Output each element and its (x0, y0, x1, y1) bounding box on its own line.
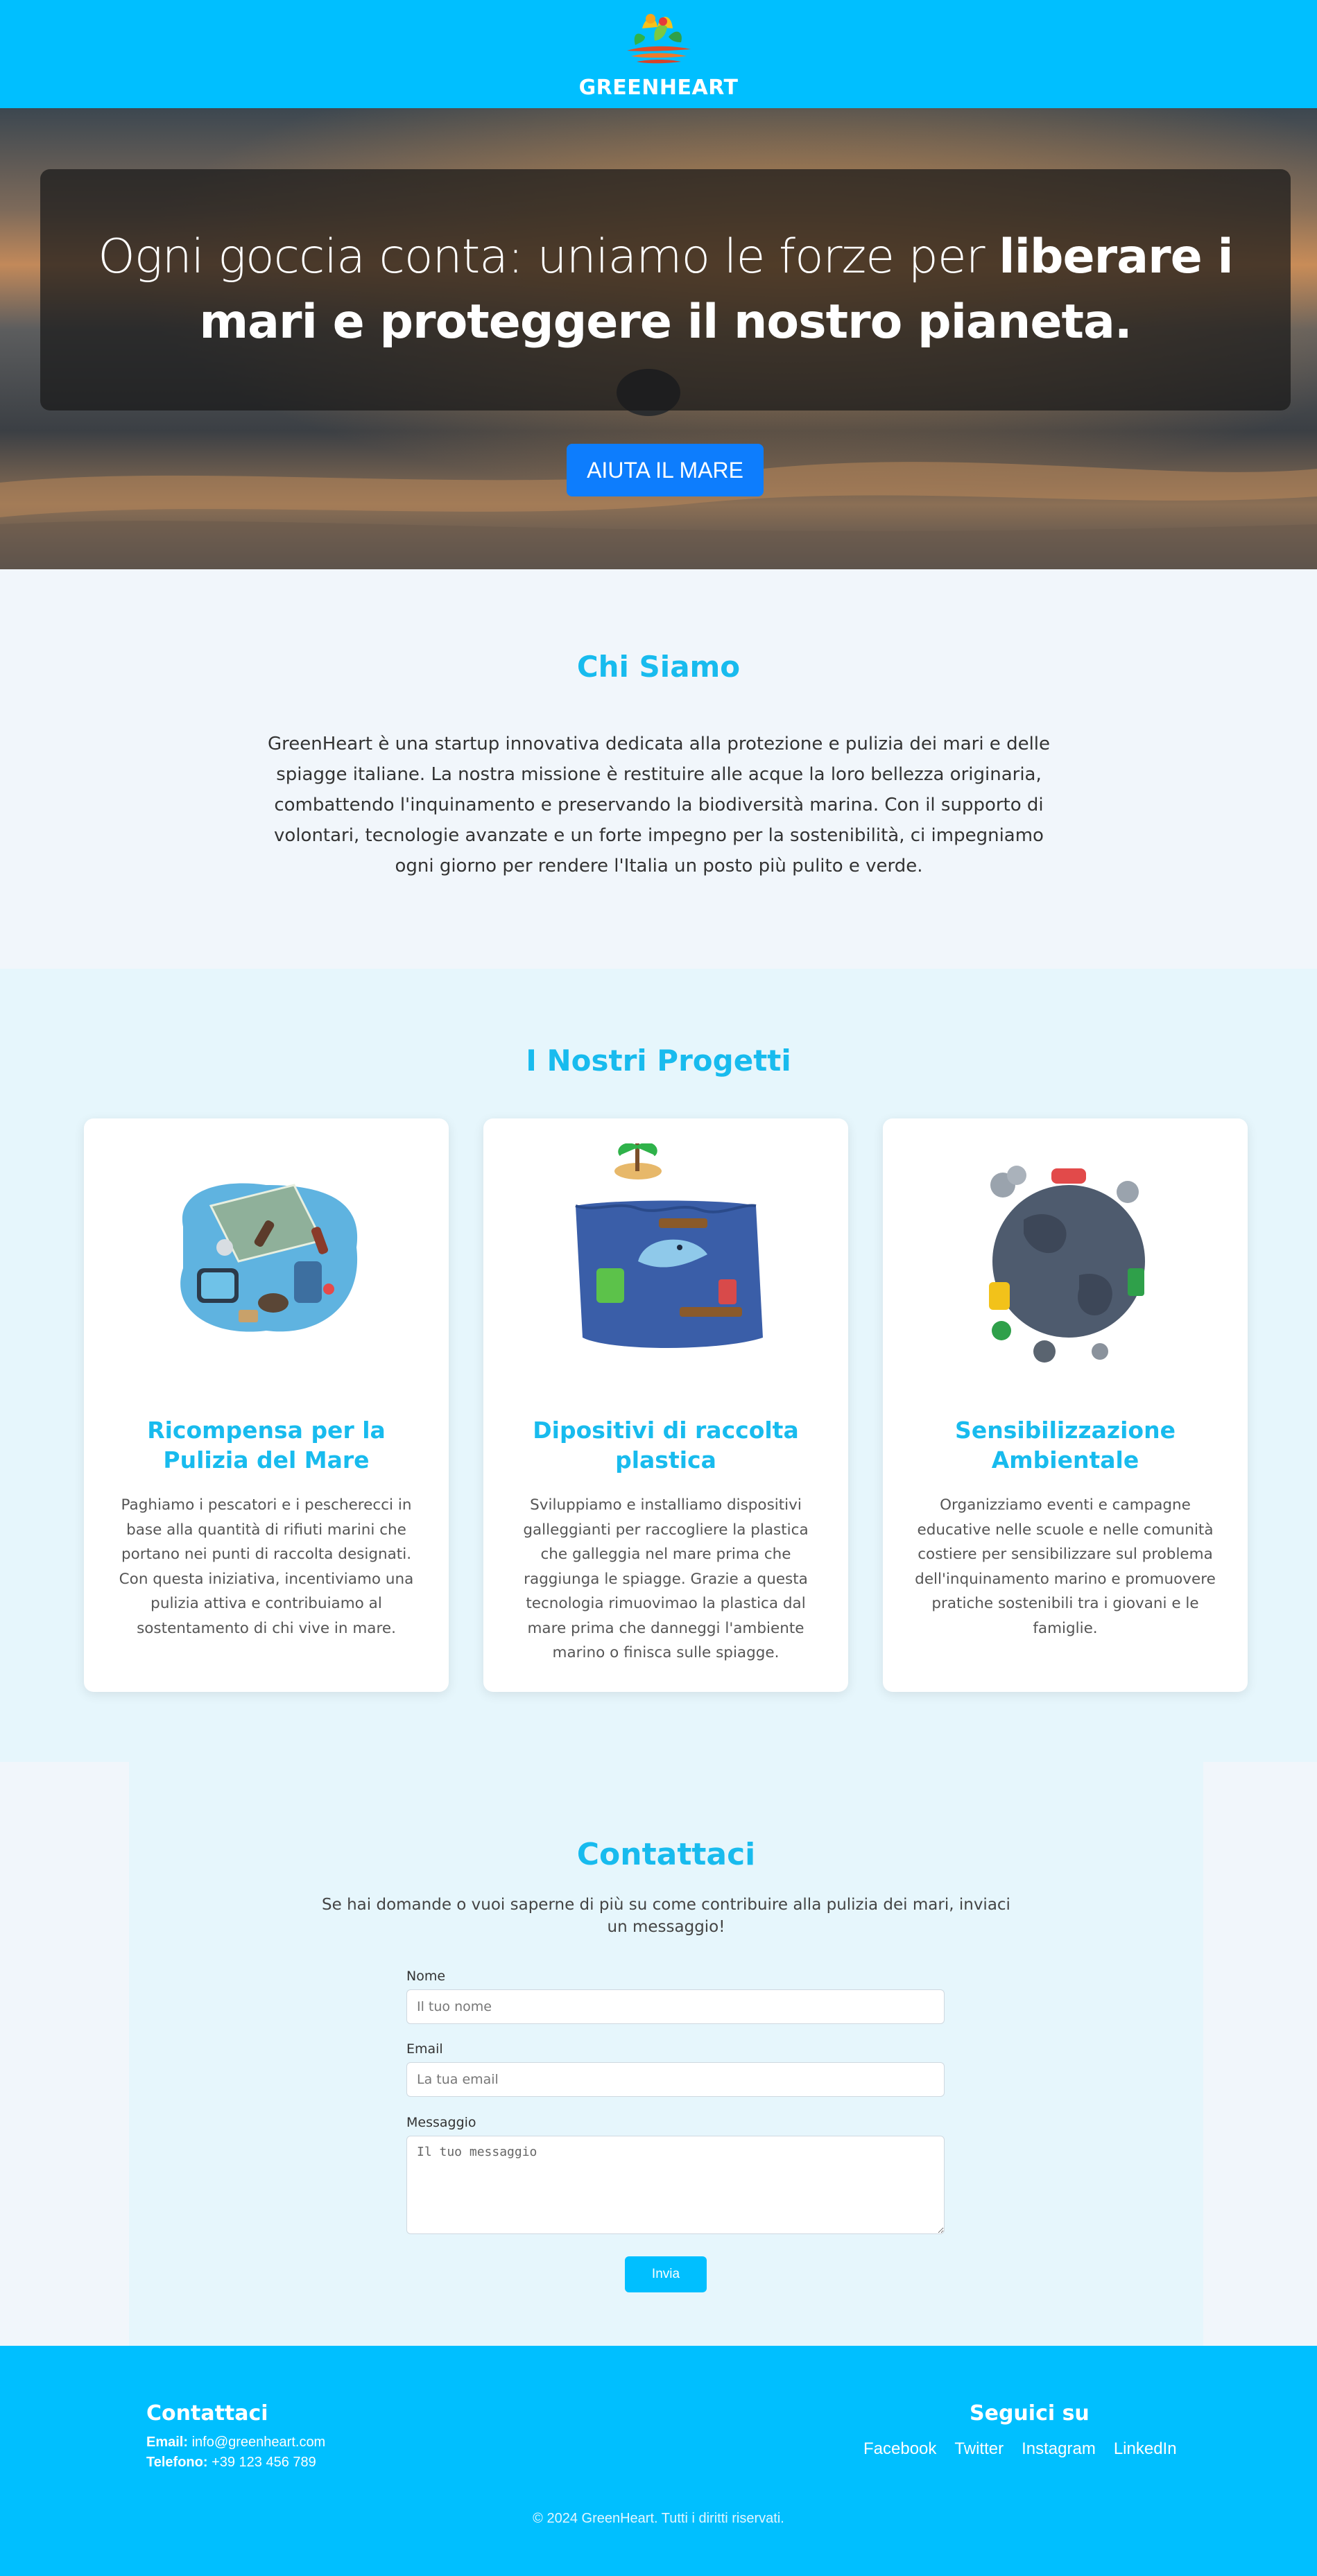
site-footer: Contattaci Email: info@greenheart.com Te… (0, 2346, 1317, 2576)
copyright: © 2024 GreenHeart. Tutti i diritti riser… (533, 2511, 784, 2526)
about-title: Chi Siamo (576, 650, 741, 684)
contact-title: Contattaci (576, 1837, 756, 1872)
project-text: Paghiamo i pescatori e i pescherecci in … (119, 1496, 414, 1637)
projects-title: I Nostri Progetti (526, 1044, 791, 1078)
email-input[interactable] (406, 2062, 945, 2097)
hero-title-regular: Ogni goccia conta: uniamo le forze per (98, 230, 999, 284)
brand-name: GREENHEART (578, 75, 739, 100)
contact-panel: Contattaci Se hai domande o vuoi saperne… (129, 1762, 1203, 2346)
message-textarea[interactable] (406, 2136, 945, 2234)
project-title: Sensibilizzazione Ambientale (955, 1417, 1176, 1473)
facebook-link[interactable]: Facebook (863, 2439, 936, 2459)
projects-section: I Nostri Progetti Ricompensa per la Puli… (0, 969, 1317, 1762)
project-card: Sensibilizzazione Ambientale Organizziam… (883, 1118, 1248, 1692)
polluted-earth-illustration-icon (989, 1166, 1145, 1363)
name-input[interactable] (406, 1989, 945, 2024)
help-sea-button[interactable]: AIUTA IL MARE (567, 444, 764, 496)
project-card: Dipositivi di raccolta plastica Sviluppi… (483, 1118, 848, 1692)
project-text: Organizziamo eventi e campagne educative… (915, 1496, 1216, 1637)
project-title: Dipositivi di raccolta plastica (533, 1417, 799, 1473)
footer-email-link[interactable]: info@greenheart.com (192, 2435, 326, 2450)
instagram-link[interactable]: Instagram (1022, 2439, 1096, 2459)
about-section: Chi Siamo GreenHeart è una startup innov… (0, 569, 1317, 969)
footer-social-title: Seguici su (970, 2401, 1090, 2426)
social-links: Facebook Twitter Instagram LinkedIn (863, 2439, 1177, 2459)
footer-phone-label: Telefono: (146, 2455, 208, 2470)
contact-intro: Se hai domande o vuoi saperne di più su … (322, 1896, 1010, 1936)
polluted-ocean-dolphin-illustration-icon (575, 1143, 763, 1348)
project-text: Sviluppiamo e installiamo dispositivi ga… (523, 1496, 809, 1661)
project-card: Ricompensa per la Pulizia del Mare Paghi… (84, 1118, 449, 1692)
greenheart-logo-icon[interactable] (617, 9, 700, 78)
message-label: Messaggio (406, 2115, 476, 2130)
name-label: Nome (406, 1969, 446, 1984)
footer-email-label: Email: (146, 2435, 189, 2450)
sea-trash-illustration-icon (180, 1183, 358, 1332)
hero-title: Ogni goccia conta: uniamo le forze per l… (82, 225, 1249, 355)
submit-button[interactable]: Invia (625, 2256, 707, 2292)
twitter-link[interactable]: Twitter (954, 2439, 1004, 2459)
email-label: Email (406, 2041, 443, 2057)
footer-phone: Telefono: +39 123 456 789 (146, 2455, 316, 2471)
footer-contact-title: Contattaci (146, 2401, 268, 2426)
linkedin-link[interactable]: LinkedIn (1114, 2439, 1177, 2459)
footer-email: Email: info@greenheart.com (146, 2435, 325, 2450)
hero-overlay-box: Ogni goccia conta: uniamo le forze per l… (40, 169, 1291, 410)
site-header: GREENHEART (0, 0, 1317, 108)
footer-phone-value: +39 123 456 789 (212, 2455, 316, 2470)
hero-section: Ogni goccia conta: uniamo le forze per l… (0, 108, 1317, 569)
about-text: GreenHeart è una startup innovativa dedi… (267, 734, 1051, 876)
project-title: Ricompensa per la Pulizia del Mare (147, 1417, 386, 1473)
contact-section: Contattaci Se hai domande o vuoi saperne… (0, 1762, 1317, 2346)
